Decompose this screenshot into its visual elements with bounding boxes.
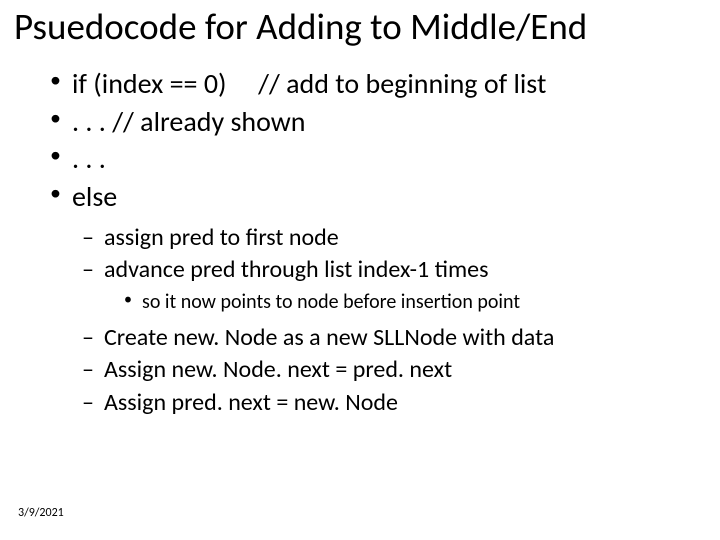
bullet-text: assign pred to first node bbox=[104, 223, 339, 252]
bullet-text: advance pred through list index-1 times bbox=[104, 255, 488, 284]
bullet-l2-item: Assign pred. next = new. Node bbox=[82, 387, 706, 419]
bullet-l2-item: Create new. Node as a new SLLNode with d… bbox=[82, 322, 706, 354]
bullet-text: . . . // already shown bbox=[72, 104, 306, 139]
bullet-l1-item: . . . bbox=[50, 140, 706, 178]
spacer bbox=[227, 66, 259, 101]
bullet-list-level1: if (index == 0) // add to beginning of l… bbox=[50, 65, 706, 216]
bullet-l2-item: Assign new. Node. next = pred. next bbox=[82, 354, 706, 386]
bullet-comment: // add to beginning of list bbox=[258, 66, 546, 101]
bullet-text: Assign new. Node. next = pred. next bbox=[104, 355, 452, 384]
bullet-list-level2: assign pred to first node advance pred t… bbox=[82, 222, 706, 287]
bullet-list-level3: so it now points to node before insertio… bbox=[124, 289, 706, 316]
bullet-l3-item: so it now points to node before insertio… bbox=[124, 289, 706, 316]
bullet-text: . . . bbox=[72, 141, 106, 176]
bullet-text: Assign pred. next = new. Node bbox=[104, 388, 398, 417]
bullet-l1-item: if (index == 0) // add to beginning of l… bbox=[50, 65, 706, 103]
bullet-text: so it now points to node before insertio… bbox=[142, 290, 520, 314]
bullet-l1-item: . . . // already shown bbox=[50, 103, 706, 141]
bullet-text: else bbox=[72, 179, 117, 214]
bullet-l1-item: else bbox=[50, 178, 706, 216]
bullet-l2-item: advance pred through list index-1 times bbox=[82, 254, 706, 286]
slide: Psuedocode for Adding to Middle/End if (… bbox=[0, 0, 720, 540]
bullet-l2-item: assign pred to first node bbox=[82, 222, 706, 254]
footer-date: 3/9/2021 bbox=[18, 506, 64, 520]
bullet-text: Create new. Node as a new SLLNode with d… bbox=[104, 323, 554, 352]
slide-title: Psuedocode for Adding to Middle/End bbox=[14, 8, 706, 47]
bullet-list-level2: Create new. Node as a new SLLNode with d… bbox=[82, 322, 706, 419]
bullet-text: if (index == 0) bbox=[72, 66, 227, 101]
